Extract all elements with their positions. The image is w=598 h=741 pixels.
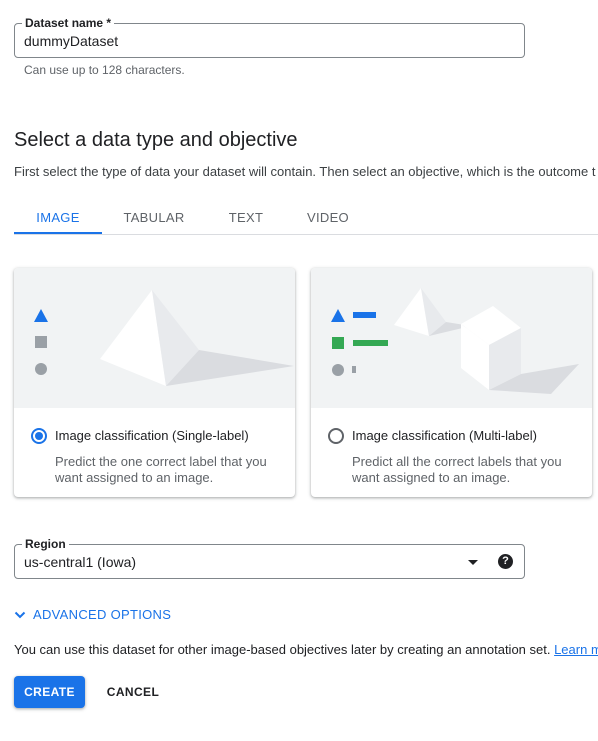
- single-label-radio[interactable]: [31, 428, 47, 444]
- triangle-icon: [331, 309, 345, 322]
- section-title: Select a data type and objective: [14, 129, 298, 151]
- active-tab-indicator: [14, 232, 102, 234]
- triangle-icon: [34, 309, 48, 322]
- dataset-name-input[interactable]: dummyDataset: [24, 33, 118, 49]
- tab-tabular[interactable]: TABULAR: [112, 200, 196, 234]
- cancel-button[interactable]: CANCEL: [97, 676, 169, 708]
- chevron-down-icon: [14, 611, 26, 618]
- annotation-note: You can use this dataset for other image…: [14, 642, 598, 657]
- multi-label-description: Predict all the correct labels that you …: [352, 454, 562, 485]
- tab-image[interactable]: IMAGE: [14, 200, 102, 234]
- square-icon: [332, 337, 344, 349]
- card-single-label[interactable]: Image classification (Single-label) Pred…: [14, 268, 295, 497]
- region-select[interactable]: Region us-central1 (Iowa) ?: [14, 536, 525, 579]
- learn-more-link[interactable]: Learn m: [554, 642, 598, 657]
- create-button[interactable]: CREATE: [14, 676, 85, 708]
- dataset-name-hint: Can use up to 128 characters.: [24, 63, 185, 77]
- single-label-illustration: [14, 268, 295, 408]
- multi-label-illustration: [311, 268, 592, 408]
- dataset-name-label: Dataset name *: [22, 15, 115, 31]
- section-description: First select the type of data your datas…: [14, 164, 596, 179]
- advanced-options-label: ADVANCED OPTIONS: [33, 607, 172, 622]
- data-type-tabs: IMAGE TABULAR TEXT VIDEO: [14, 200, 598, 235]
- single-label-description: Predict the one correct label that you w…: [55, 454, 267, 485]
- region-value: us-central1 (Iowa): [24, 554, 137, 570]
- region-label: Region: [22, 536, 69, 552]
- card-multi-label[interactable]: Image classification (Multi-label) Predi…: [311, 268, 592, 497]
- dataset-name-field[interactable]: Dataset name * dummyDataset: [14, 15, 525, 58]
- tab-text[interactable]: TEXT: [214, 200, 278, 234]
- tab-video[interactable]: VIDEO: [296, 200, 360, 234]
- multi-label-radio[interactable]: [328, 428, 344, 444]
- circle-icon: [35, 363, 47, 375]
- annotation-note-text: You can use this dataset for other image…: [14, 642, 555, 657]
- help-icon[interactable]: ?: [498, 554, 513, 569]
- square-icon: [35, 336, 47, 348]
- circle-icon: [332, 364, 344, 376]
- advanced-options-toggle[interactable]: ADVANCED OPTIONS: [14, 607, 171, 622]
- single-label-title: Image classification (Single-label): [55, 428, 249, 443]
- dropdown-arrow-icon[interactable]: [468, 560, 478, 565]
- multi-label-title: Image classification (Multi-label): [352, 428, 537, 443]
